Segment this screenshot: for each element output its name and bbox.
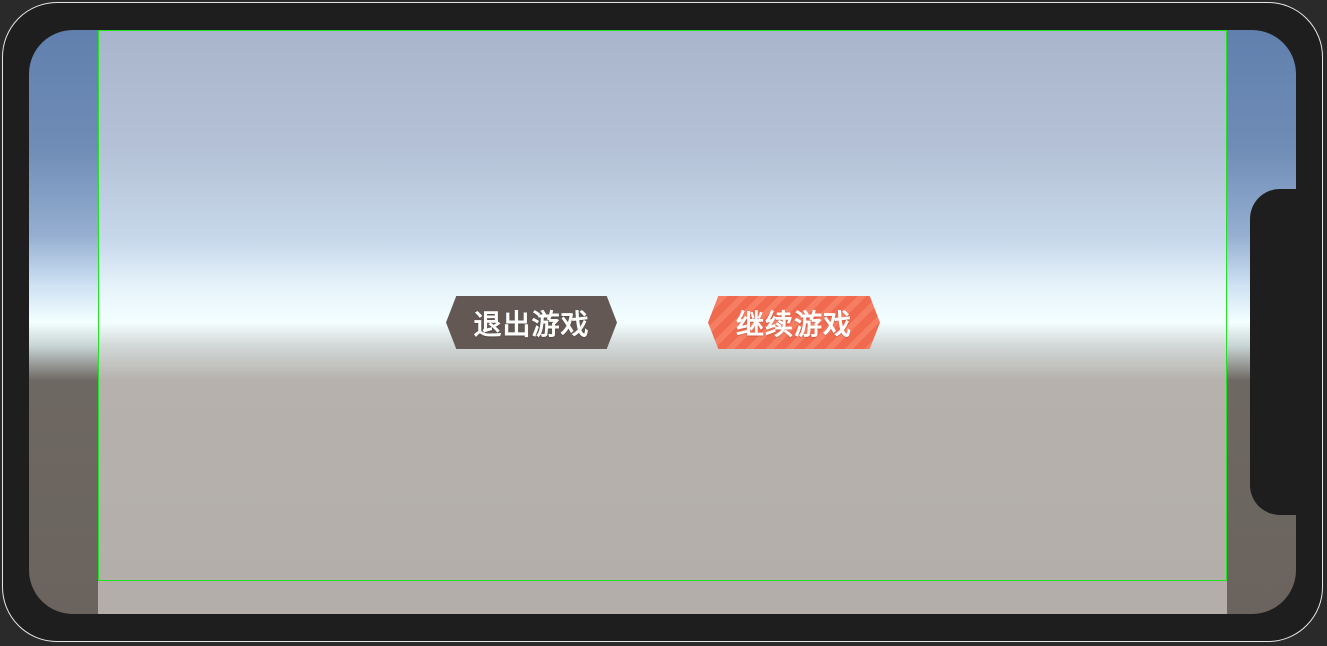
exit-game-button[interactable]: 退出游戏 xyxy=(446,296,617,349)
game-viewport xyxy=(98,30,1227,614)
continue-game-label: 继续游戏 xyxy=(735,307,852,341)
device-notch xyxy=(1250,189,1296,515)
continue-game-button[interactable]: 继续游戏 xyxy=(708,296,880,349)
exit-game-label: 退出游戏 xyxy=(473,307,590,341)
